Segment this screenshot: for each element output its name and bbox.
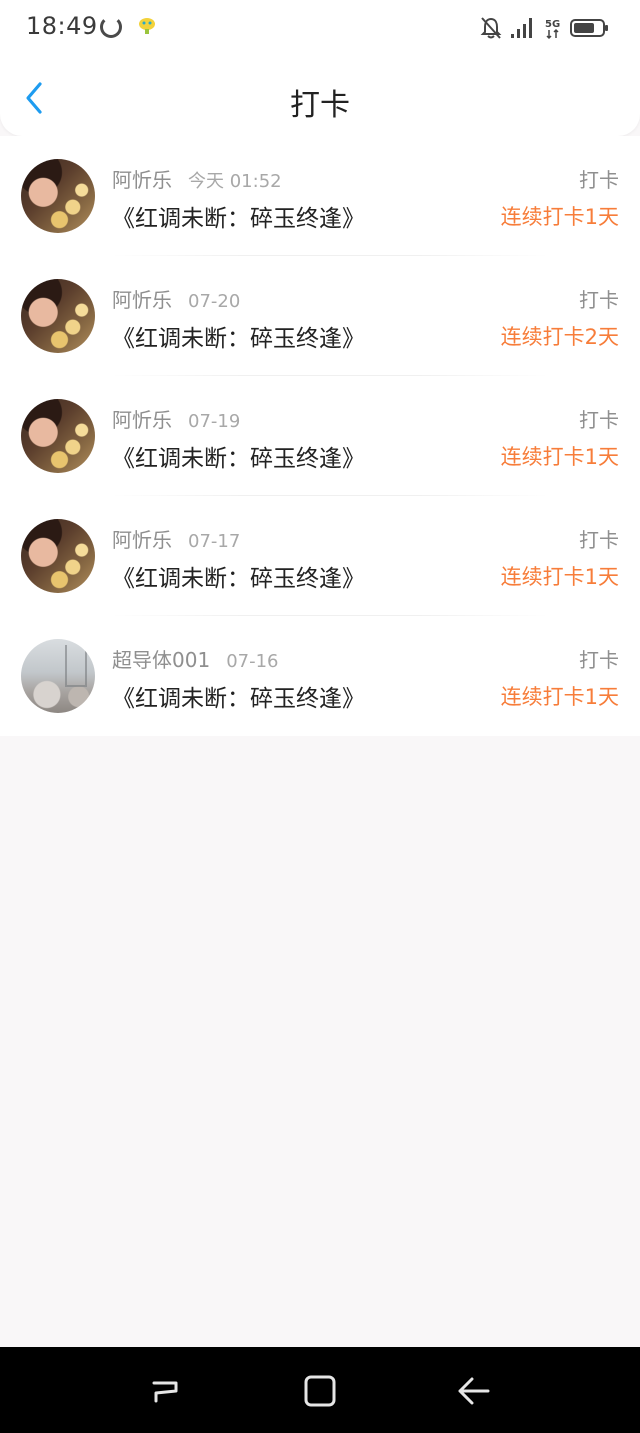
app-mascot-icon: [139, 18, 155, 34]
home-icon[interactable]: [300, 1371, 340, 1411]
avatar[interactable]: [21, 399, 95, 473]
checkin-list: 阿忻乐 今天 01:52 《红调未断：碎玉终逢》 打卡 连续打卡1天 阿忻乐 07-…: [0, 136, 640, 736]
book-title[interactable]: 《红调未断：碎玉终逢》: [112, 559, 365, 593]
mute-bell-icon: [480, 17, 502, 39]
signal-icon: [511, 18, 532, 38]
streak-label: 连续打卡2天: [500, 325, 619, 349]
sync-icon: [100, 16, 122, 38]
user-name[interactable]: 阿忻乐: [112, 288, 172, 312]
avatar[interactable]: [21, 279, 95, 353]
checkin-date: 07-17: [188, 531, 241, 552]
user-name[interactable]: 阿忻乐: [112, 168, 172, 192]
list-item[interactable]: 阿忻乐 07-19 《红调未断：碎玉终逢》 打卡 连续打卡1天: [0, 376, 640, 496]
checkin-date: 07-19: [188, 411, 241, 432]
action-label: 打卡: [579, 648, 619, 672]
avatar[interactable]: [21, 159, 95, 233]
status-time: 18:49: [26, 12, 98, 40]
system-nav-bar: [0, 1347, 640, 1433]
user-name[interactable]: 超导体001: [112, 648, 210, 672]
action-label: 打卡: [579, 288, 619, 312]
5g-icon: 5G: [545, 19, 560, 40]
streak-label: 连续打卡1天: [500, 445, 619, 469]
user-name[interactable]: 阿忻乐: [112, 528, 172, 552]
list-item[interactable]: 阿忻乐 今天 01:52 《红调未断：碎玉终逢》 打卡 连续打卡1天: [0, 136, 640, 256]
avatar[interactable]: [21, 519, 95, 593]
list-item[interactable]: 阿忻乐 07-17 《红调未断：碎玉终逢》 打卡 连续打卡1天: [0, 496, 640, 616]
status-icons: 5G: [480, 14, 610, 42]
book-title[interactable]: 《红调未断：碎玉终逢》: [112, 679, 365, 713]
book-title[interactable]: 《红调未断：碎玉终逢》: [112, 319, 365, 353]
checkin-date: 07-20: [188, 291, 241, 312]
action-label: 打卡: [579, 408, 619, 432]
back-arrow-icon[interactable]: [454, 1371, 494, 1411]
action-label: 打卡: [579, 528, 619, 552]
checkin-date: 07-16: [226, 651, 279, 672]
recents-icon[interactable]: [146, 1371, 186, 1411]
page-title: 打卡: [290, 88, 350, 123]
top-card: 18:49 5G 打卡: [0, 0, 640, 136]
list-item[interactable]: 超导体001 07-16 《红调未断：碎玉终逢》 打卡 连续打卡1天: [0, 616, 640, 736]
streak-label: 连续打卡1天: [500, 685, 619, 709]
list-item[interactable]: 阿忻乐 07-20 《红调未断：碎玉终逢》 打卡 连续打卡2天: [0, 256, 640, 376]
action-label: 打卡: [579, 168, 619, 192]
status-bar: 18:49 5G: [0, 0, 640, 56]
streak-label: 连续打卡1天: [500, 565, 619, 589]
nav-bar: 打卡: [0, 56, 640, 136]
book-title[interactable]: 《红调未断：碎玉终逢》: [112, 439, 365, 473]
svg-text:5G: 5G: [545, 19, 560, 30]
avatar[interactable]: [21, 639, 95, 713]
checkin-date: 今天 01:52: [188, 171, 282, 192]
battery-icon: [570, 19, 608, 37]
book-title[interactable]: 《红调未断：碎玉终逢》: [112, 199, 365, 233]
streak-label: 连续打卡1天: [500, 205, 619, 229]
user-name[interactable]: 阿忻乐: [112, 408, 172, 432]
